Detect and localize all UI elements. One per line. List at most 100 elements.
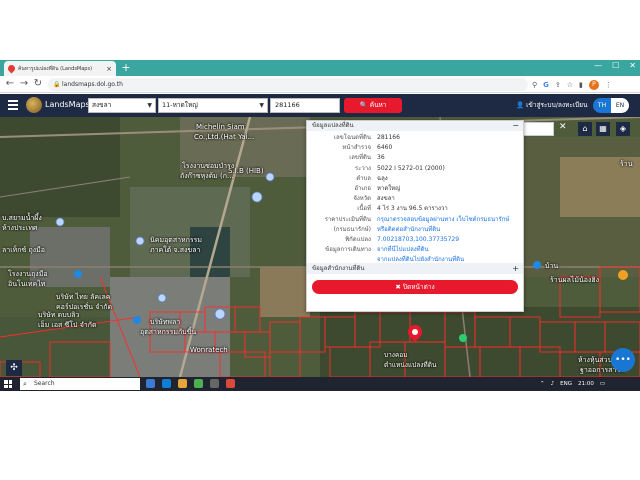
map-place-label: อินโนเทคไท [8,280,46,288]
collapse-icon[interactable]: − [512,121,519,131]
pin-label-line1: บางคอม [384,351,408,359]
lang-th-button[interactable]: TH [593,98,611,113]
edge-icon[interactable] [162,379,171,388]
volume-icon[interactable]: ♪ [551,381,555,387]
file-explorer-icon[interactable] [178,379,187,388]
info-value: สงขลา [377,195,395,203]
info-value: หาดใหญ่ [377,184,401,192]
sidebar-icon[interactable]: ▮ [579,81,583,89]
land-office-section-header[interactable]: ข้อมูลสำนักงานที่ดิน + [307,263,523,274]
info-label: อำเภอ [354,184,371,192]
new-tab-button[interactable]: + [120,61,132,75]
clear-search-icon[interactable]: ✕ [559,122,567,132]
language-indicator[interactable]: ENG [560,381,572,387]
info-label: (กรมธนารักษ์) [333,225,371,233]
bookmark-star-icon[interactable]: ☆ [567,81,573,89]
mail-icon[interactable] [210,379,219,388]
info-row: ระวาง 5022 I 5272-01 (2000) [307,164,523,174]
map-place-label: ลาเท็กซ์ ถุงมือ [2,246,45,254]
info-label: ข้อมูลการเดินทาง [325,246,371,254]
chrome-icon[interactable] [194,379,203,388]
map-place-label: อุตสาหกรรมกับขี้น [140,328,197,336]
close-window-button[interactable]: ✖ ปิดหน้าต่าง [312,280,518,294]
minimize-icon[interactable]: — [594,61,602,75]
district-value: 11-หาดใหญ่ [162,101,198,109]
location-icon[interactable]: ⚲ [532,81,537,89]
parcel-info-header[interactable]: ข้อมูลแปลงที่ดิน − [307,121,523,131]
dol-logo [26,97,42,113]
network-icon[interactable]: ⌃ [540,381,545,387]
back-icon[interactable]: ← [5,77,15,91]
chevron-down-icon: ▼ [147,102,152,109]
profile-avatar[interactable]: P [588,79,599,90]
browser-tab[interactable]: ค้นหารูปแปลงที่ดิน (LandsMaps) × [4,61,116,76]
url-field[interactable]: 🔒 landsmaps.dol.go.th [48,78,528,91]
clock[interactable]: 21:00 [578,381,594,387]
forward-icon[interactable]: → [19,77,29,91]
more-options-fab[interactable]: ••• [611,348,635,372]
search-icon: 🔍 [359,101,370,109]
map-place-label: ร้านผลไม้น้องฮิง [550,276,600,284]
task-view-icon[interactable] [146,379,155,388]
lang-en-button[interactable]: EN [611,98,629,113]
info-label: เนื้อที่ [357,205,371,213]
directions-to-parcel-link[interactable]: จากที่นี่ไปแปลงที่ดิน [377,245,523,255]
info-label: หน้าสำรวจ [342,144,371,152]
taskbar-search-label: Search [34,380,55,387]
tools-icon[interactable]: ✣ [6,360,22,376]
user-icon: 👤 [516,101,527,109]
taskbar-search-box[interactable]: ⌕ Search [20,378,140,390]
tab-close-icon[interactable]: × [106,65,112,73]
map-place-label: ร้าน [620,160,633,168]
info-value: 281166 [377,134,400,141]
coordinates-link[interactable]: 7.00218703,100.37735729 [377,235,523,245]
info-row: ราคาประเมินที่ดิน กรุณาตรวจสอบข้อมูลผ่านท… [307,215,523,225]
reload-icon[interactable]: ↻ [33,77,43,91]
info-label: เลขโฉนดที่ดิน [333,134,371,141]
province-select[interactable]: สงขลา ▼ [88,98,156,113]
share-icon[interactable]: ⇪ [555,81,561,89]
tab-title: ค้นหารูปแปลงที่ดิน (LandsMaps) [18,65,93,72]
map-place-label: ห้างประเทศ [2,224,38,232]
hamburger-menu-icon[interactable] [8,100,18,110]
map-pin-favicon-icon [6,63,17,74]
info-label: ราคาประเมินที่ดิน [324,215,371,223]
search-button-label: ค้นหา [369,101,387,109]
province-value: สงขลา [92,101,112,109]
search-button[interactable]: 🔍 ค้นหา [344,98,402,113]
app-icon[interactable] [226,379,235,388]
info-label: พิกัดแปลง [345,235,371,243]
pin-label-line2: ตำแหน่งแปลงที่ดิน [384,361,437,369]
chevron-down-icon: ▼ [259,102,264,109]
window-controls: — ☐ ✕ [594,61,636,75]
info-value: 6460 [377,144,393,152]
grid-icon[interactable]: ▦ [596,122,610,136]
home-icon[interactable]: ⌂ [578,122,592,136]
info-row: เนื้อที่ 4 ไร่ 3 งาน 96.5 ตารางวา [307,204,523,214]
layers-icon[interactable]: ◈ [616,122,630,136]
info-value: 4 ไร่ 3 งาน 96.5 ตารางวา [377,205,448,213]
system-tray: ⌃ ♪ ENG 21:00 ▭ [540,377,605,391]
google-icon[interactable]: G [543,81,549,89]
maximize-icon[interactable]: ☐ [612,61,619,75]
info-value: 36 [377,154,385,162]
expand-icon[interactable]: + [512,263,519,274]
map-place-label: เอ็ม เอส ซีโป จำกัด [38,321,97,329]
land-office-contact-link[interactable]: หรือติดต่อสำนักงานที่ดิน [377,225,523,235]
brand-name: LandsMaps [45,100,90,109]
search-icon: ⌕ [23,380,27,388]
browser-menu-icon[interactable]: ⋮ [605,81,612,89]
parcel-info-rows: เลขโฉนดที่ดิน 281166 หน้าสำรวจ 6460 เลขที่… [307,133,523,265]
map-place-label: Wonratech [190,346,228,354]
close-window-icon[interactable]: ✕ [629,61,636,75]
windows-start-icon[interactable] [4,380,12,388]
map-place-label: ภาคใต้ จ.สงขลา [150,246,201,254]
notifications-icon[interactable]: ▭ [600,381,605,387]
district-select[interactable]: 11-หาดใหญ่ ▼ [158,98,268,113]
info-label: ระวาง [354,164,371,172]
login-link[interactable]: 👤 เข้าสู่ระบบ/ลงทะเบียน [516,100,587,110]
treasury-link[interactable]: กรุณาตรวจสอบข้อมูลผ่านทาง เว็บไซต์กรมธนา… [377,215,523,225]
map-place-label: Co.,Ltd.(Hat Yai... [194,133,255,141]
taskbar-apps [146,379,235,388]
parcel-number-input[interactable]: 281166 [270,98,340,113]
